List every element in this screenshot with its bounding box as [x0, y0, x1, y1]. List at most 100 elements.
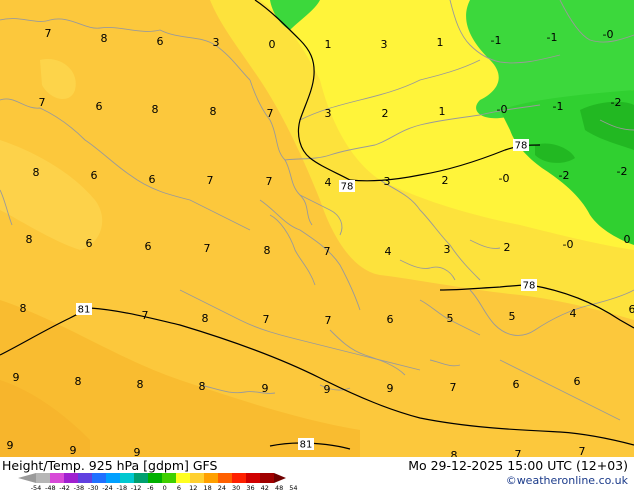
temperature-label: -0	[499, 172, 510, 185]
temperature-label: 4	[385, 245, 392, 258]
temperature-label: 1	[439, 105, 446, 118]
legend-ticks: -54-48-42-38-30-24-18-12-606121824303642…	[14, 484, 304, 492]
legend-swatch	[176, 473, 190, 483]
temperature-label: 7	[207, 174, 214, 187]
temperature-label: 4	[325, 176, 332, 189]
temperature-label: 7	[266, 175, 273, 188]
temperature-label: 6	[629, 303, 634, 316]
temperature-label: 5	[447, 312, 454, 325]
legend-tick-label: -12	[131, 484, 142, 492]
legend-swatch	[218, 473, 232, 483]
contour-label: 78	[341, 182, 354, 193]
legend-swatch	[78, 473, 92, 483]
temperature-label: 7	[515, 448, 522, 457]
temperature-label: 7	[39, 96, 46, 109]
legend-tick-label: 54	[289, 484, 297, 492]
temperature-label: 9	[7, 439, 14, 452]
temperature-label: 6	[513, 378, 520, 391]
temperature-label: 7	[324, 245, 331, 258]
temperature-label: 9	[262, 382, 269, 395]
legend-swatch	[204, 473, 218, 483]
legend-swatch	[106, 473, 120, 483]
temperature-label: 8	[264, 244, 271, 257]
temperature-label: 8	[20, 302, 27, 315]
legend-swatch	[64, 473, 78, 483]
temperature-label: 2	[382, 107, 389, 120]
color-legend	[18, 472, 293, 484]
legend-tick-label: 12	[189, 484, 197, 492]
temperature-label: -1	[547, 31, 558, 44]
legend-tick-label: 36	[246, 484, 254, 492]
legend-tick-label: 0	[163, 484, 167, 492]
legend-swatch	[134, 473, 148, 483]
legend-swatch	[190, 473, 204, 483]
temperature-label: 4	[570, 307, 577, 320]
temperature-label: 7	[450, 381, 457, 394]
temperature-label: 8	[199, 380, 206, 393]
legend-swatch	[36, 473, 50, 483]
credit-link[interactable]: ©weatheronline.co.uk	[506, 474, 628, 487]
legend-tick-label: -42	[59, 484, 70, 492]
footer: Height/Temp. 925 hPa [gdpm] GFS Mo 29-12…	[0, 457, 634, 490]
map-canvas: 78 78 78 81 81 78630131-1-1-076887321-0-…	[0, 0, 634, 457]
map-title: Height/Temp. 925 hPa [gdpm] GFS	[2, 458, 217, 473]
temperature-label: 8	[202, 312, 209, 325]
legend-swatch	[120, 473, 134, 483]
legend-tick-label: -18	[116, 484, 127, 492]
temperature-label: 6	[157, 35, 164, 48]
temperature-label: 8	[101, 32, 108, 45]
contour-label: 81	[78, 305, 91, 316]
legend-tick-label: 18	[203, 484, 211, 492]
legend-swatch	[232, 473, 246, 483]
temperature-label: 8	[137, 378, 144, 391]
temperature-label: 8	[33, 166, 40, 179]
temperature-label: 6	[387, 313, 394, 326]
contour-label: 78	[523, 281, 536, 292]
legend-swatch	[260, 473, 274, 483]
temperature-label: -0	[563, 238, 574, 251]
temperature-label: 7	[263, 313, 270, 326]
temperature-label: 3	[381, 38, 388, 51]
contour-label: 78	[515, 141, 528, 152]
legend-swatch	[92, 473, 106, 483]
temperature-label: 9	[324, 383, 331, 396]
temperature-label: 3	[384, 175, 391, 188]
legend-tick-label: -6	[147, 484, 153, 492]
legend-tick-label: -48	[45, 484, 56, 492]
temperature-label: 0	[624, 233, 631, 246]
temperature-label: 0	[269, 38, 276, 51]
legend-tick-label: -38	[74, 484, 85, 492]
legend-swatch	[246, 473, 260, 483]
temperature-label: 5	[509, 310, 516, 323]
temperature-label: -0	[497, 103, 508, 116]
temperature-label: 7	[204, 242, 211, 255]
legend-tick-label: 42	[261, 484, 269, 492]
temperature-label: 8	[152, 103, 159, 116]
temperature-label: -0	[603, 28, 614, 41]
weather-map: 78 78 78 81 81 78630131-1-1-076887321-0-…	[0, 0, 634, 457]
temperature-label: 3	[213, 36, 220, 49]
temperature-label: 8	[210, 105, 217, 118]
temperature-label: -2	[617, 165, 628, 178]
temperature-label: 6	[96, 100, 103, 113]
temperature-label: 6	[86, 237, 93, 250]
temperature-label: 9	[13, 371, 20, 384]
temperature-label: 6	[574, 375, 581, 388]
temperature-label: 8	[26, 233, 33, 246]
temperature-label: 7	[325, 314, 332, 327]
temperature-label: 6	[149, 173, 156, 186]
legend-swatch	[274, 473, 286, 483]
map-datetime: Mo 29-12-2025 15:00 UTC (12+03)	[408, 458, 628, 473]
temperature-label: 2	[442, 174, 449, 187]
temperature-label: -2	[611, 96, 622, 109]
temperature-label: -2	[559, 169, 570, 182]
legend-tick-label: 48	[275, 484, 283, 492]
temperature-label: 2	[504, 241, 511, 254]
temperature-label: 6	[91, 169, 98, 182]
legend-swatch	[50, 473, 64, 483]
temperature-label: 8	[75, 375, 82, 388]
legend-tick-label: -54	[31, 484, 42, 492]
temperature-label: 3	[444, 243, 451, 256]
temperature-label: 7	[579, 445, 586, 457]
legend-swatch	[18, 473, 36, 483]
